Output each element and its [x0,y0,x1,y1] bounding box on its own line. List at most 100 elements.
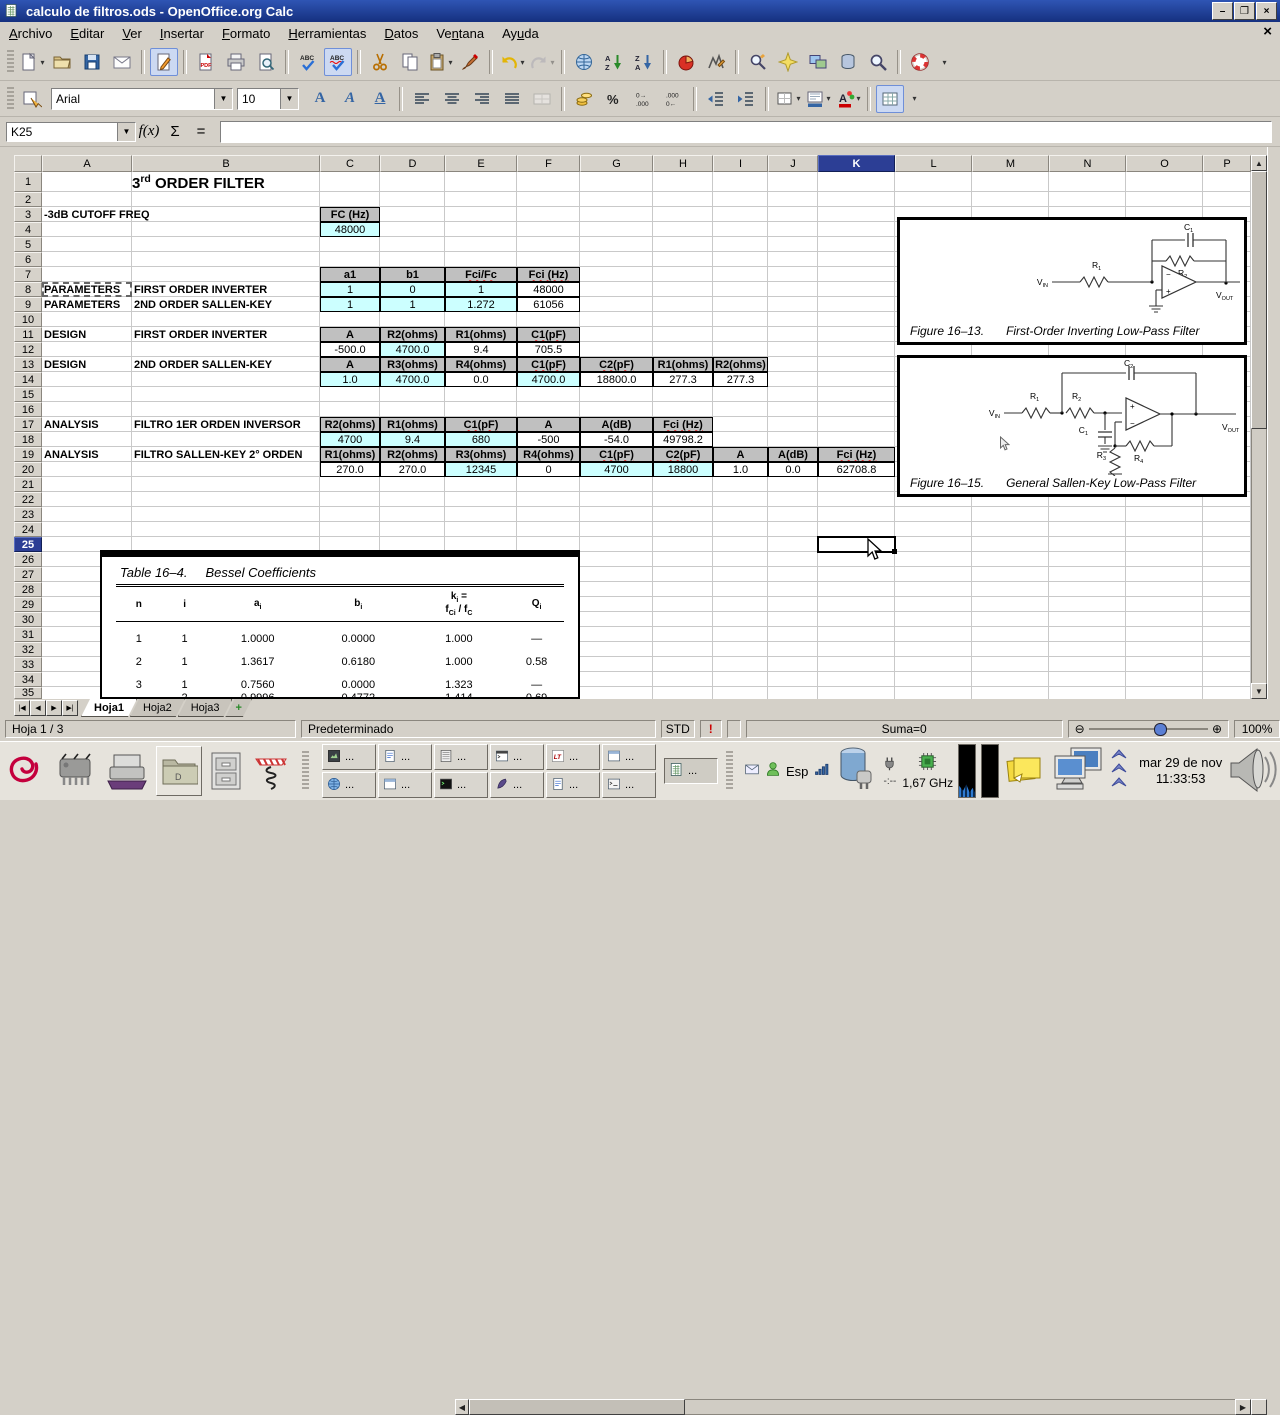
task-button[interactable]: ... [546,772,600,798]
cell-C12[interactable]: -500.0 [320,342,380,357]
cell-J20[interactable]: 0.0 [768,462,818,477]
spellcheck-icon[interactable]: ABC [294,48,322,76]
horizontal-scroll-thumb[interactable] [469,1399,685,1415]
sum-button[interactable]: Σ [162,123,188,140]
row-header-9[interactable]: 9 [14,297,42,312]
cell-G20[interactable]: 4700 [580,462,653,477]
grid-visible-icon[interactable] [876,85,904,113]
active-task-button[interactable]: ... [664,758,718,784]
mail-icon[interactable] [744,761,760,782]
close-document-icon[interactable]: × [1263,23,1272,40]
cell-B8[interactable]: FIRST ORDER INVERTER [132,282,320,297]
menu-editar[interactable]: Editar [61,24,113,43]
cell-G19[interactable]: C1(pF) [580,447,653,462]
insert-chart-icon[interactable] [672,48,700,76]
column-header-N[interactable]: N [1049,155,1126,172]
font-size-dropdown-icon[interactable]: ▼ [280,89,298,109]
tray-grip[interactable] [726,751,733,791]
cell-D17[interactable]: R1(ohms) [380,417,445,432]
input-line[interactable] [220,121,1272,143]
cell-E19[interactable]: R3(ohms) [445,447,517,462]
cpu-icon[interactable] [918,752,937,776]
first-sheet-icon[interactable]: |◀ [14,700,30,716]
sheet-tab-hoja3[interactable]: Hoja3 [178,699,233,717]
cell-B9[interactable]: 2ND ORDER SALLEN-KEY [132,297,320,312]
font-color-icon[interactable]: A▾ [834,85,862,113]
cell-D9[interactable]: 1 [380,297,445,312]
cell-F18[interactable]: -500 [517,432,580,447]
toolbar-grip[interactable] [7,50,14,74]
cell-I19[interactable]: A [713,447,768,462]
cell-B13[interactable]: 2ND ORDER SALLEN-KEY [132,357,320,372]
formula-button[interactable]: = [188,123,214,140]
row-header-16[interactable]: 16 [14,402,42,417]
toolbar-overflow-icon[interactable]: ▾ [936,48,952,76]
edit-mode-icon[interactable] [150,48,178,76]
column-header-M[interactable]: M [972,155,1049,172]
font-size-combo[interactable]: 10▼ [237,88,299,110]
folder-icon[interactable]: D [156,746,202,796]
power-monitor-icon[interactable] [835,745,877,798]
cell-C3[interactable]: FC (Hz) [320,207,380,222]
bessel-table-image[interactable]: Table 16–4.Bessel Coefficients niaibiki … [100,550,580,699]
task-button[interactable]: ... [490,772,544,798]
cell-D20[interactable]: 270.0 [380,462,445,477]
cell-K19[interactable]: Fci (Hz) [818,447,895,462]
cell-G18[interactable]: -54.0 [580,432,653,447]
zoom-level-field[interactable]: 100% [1234,720,1280,738]
cell-D12[interactable]: 4700.0 [380,342,445,357]
font-name-dropdown-icon[interactable]: ▼ [214,89,232,109]
cell-K20[interactable]: 62708.8 [818,462,895,477]
scroll-down-icon[interactable]: ▼ [1251,683,1267,699]
task-button[interactable]: ... [602,772,656,798]
percent-icon[interactable]: % [600,85,628,113]
cell-C20[interactable]: 270.0 [320,462,380,477]
row-header-10[interactable]: 10 [14,312,42,327]
merge-cells-icon[interactable] [528,85,556,113]
cell-E20[interactable]: 12345 [445,462,517,477]
cell-D11[interactable]: R2(ohms) [380,327,445,342]
task-button[interactable]: ... [602,744,656,770]
cell-F17[interactable]: A [517,417,580,432]
cell-H20[interactable]: 18800 [653,462,713,477]
column-header-F[interactable]: F [517,155,580,172]
task-button[interactable]: LT... [546,744,600,770]
cell-C19[interactable]: R1(ohms) [320,447,380,462]
task-button[interactable]: ... [322,772,376,798]
cell-F20[interactable]: 0 [517,462,580,477]
chevrons-icon[interactable] [1110,746,1128,797]
row-header-24[interactable]: 24 [14,522,42,537]
selection-mode-field[interactable]: STD [661,720,695,738]
menu-insertar[interactable]: Insertar [151,24,213,43]
cell-A17[interactable]: ANALYSIS [42,417,132,432]
column-header-A[interactable]: A [42,155,132,172]
menu-datos[interactable]: Datos [375,24,427,43]
menu-herramientas[interactable]: Herramientas [279,24,375,43]
volume-icon[interactable] [1227,743,1279,800]
task-button[interactable]: ... [322,744,376,770]
cell-E9[interactable]: 1.272 [445,297,517,312]
row-header-34[interactable]: 34 [14,672,42,687]
column-header-E[interactable]: E [445,155,517,172]
column-header-K[interactable]: K [818,155,895,172]
row-header-17[interactable]: 17 [14,417,42,432]
cell-D19[interactable]: R2(ohms) [380,447,445,462]
row-header-26[interactable]: 26 [14,552,42,567]
cell-F14[interactable]: 4700.0 [517,372,580,387]
keyboard-layout-label[interactable]: Esp [786,764,808,779]
page-preview-icon[interactable] [252,48,280,76]
data-sources-icon[interactable] [834,48,862,76]
scroll-up-icon[interactable]: ▲ [1251,155,1267,171]
column-header-D[interactable]: D [380,155,445,172]
sort-descending-icon[interactable]: ZA [630,48,658,76]
figure-16-13-image[interactable]: VINR1C1R2−+VOUT Figure 16–13.First-Order… [897,217,1247,345]
row-header-8[interactable]: 8 [14,282,42,297]
zoom-slider[interactable]: ⊖ ⊕ [1068,720,1229,738]
row-header-33[interactable]: 33 [14,657,42,672]
row-header-18[interactable]: 18 [14,432,42,447]
borders-icon[interactable]: ▾ [774,85,802,113]
align-center-icon[interactable] [438,85,466,113]
last-sheet-icon[interactable]: ▶| [62,700,78,716]
background-color-icon[interactable]: ▾ [804,85,832,113]
task-button[interactable]: ... [434,772,488,798]
